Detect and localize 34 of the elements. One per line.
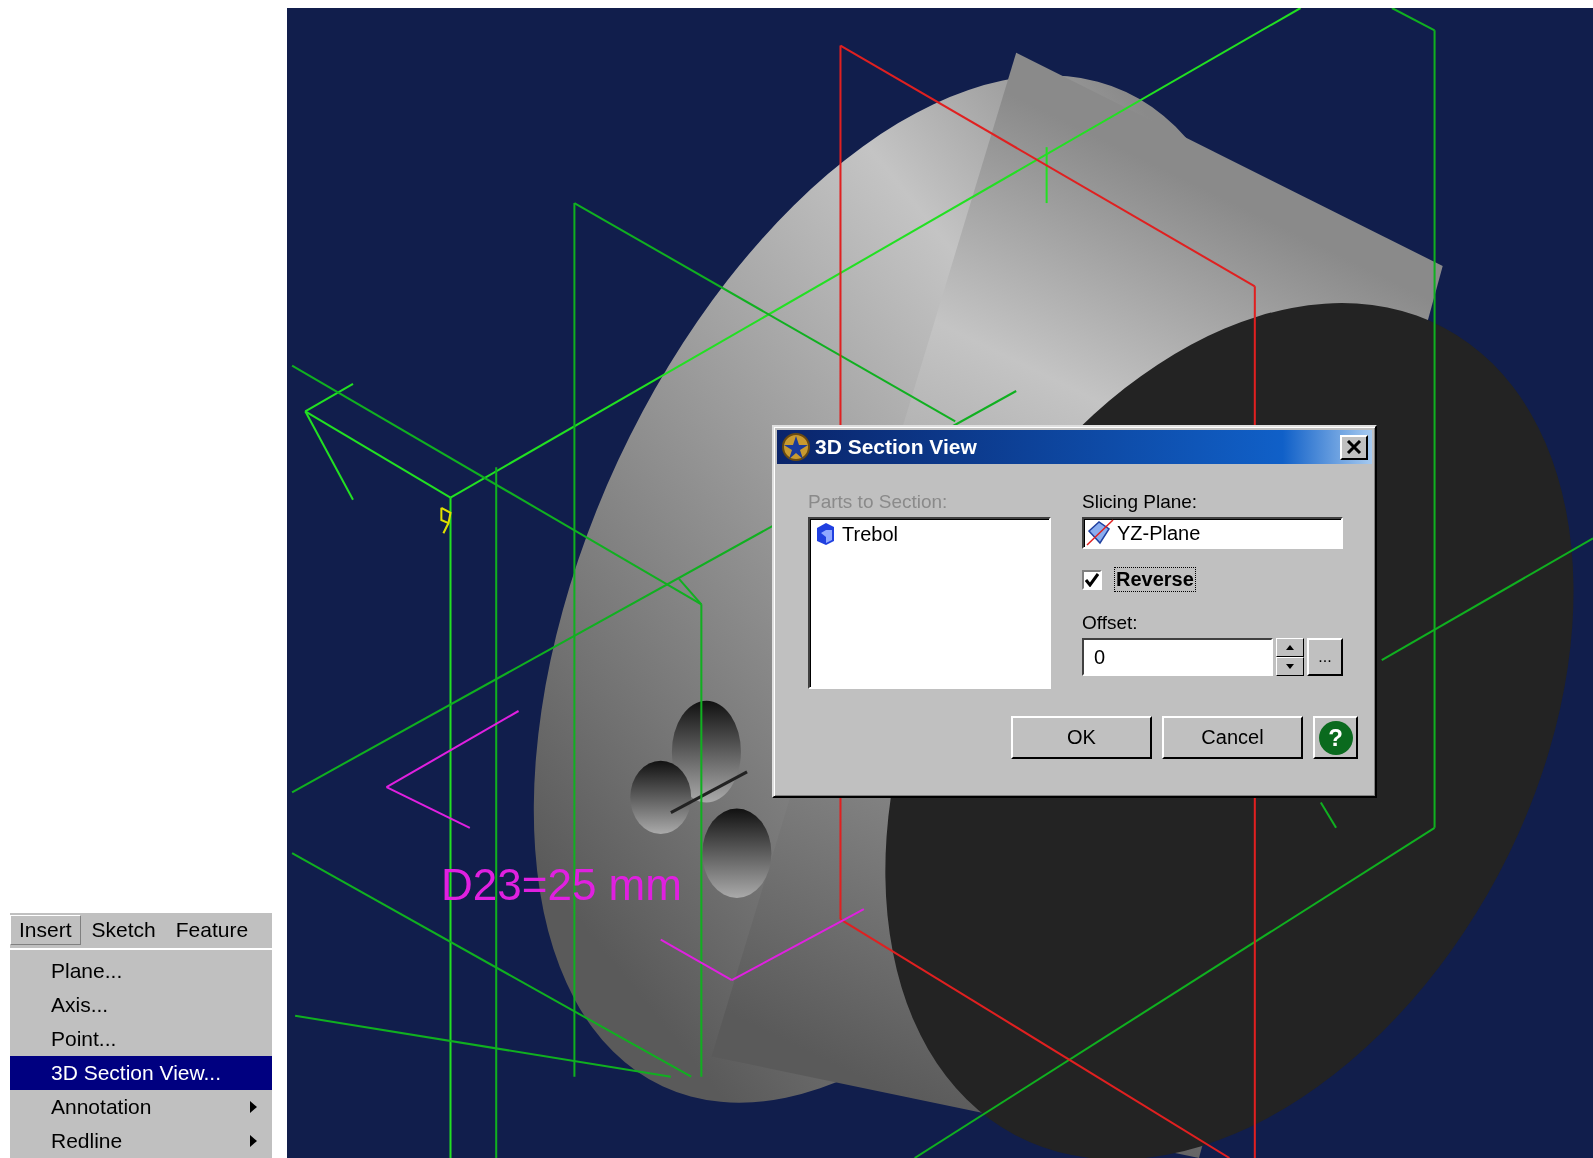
menu-bar-item[interactable]: Insert bbox=[10, 915, 81, 945]
offset-label: Offset: bbox=[1082, 612, 1139, 635]
submenu-arrow-icon bbox=[249, 1134, 258, 1148]
menu-bar-item[interactable]: Sketch bbox=[82, 915, 165, 945]
menu-item[interactable]: Axis... bbox=[10, 988, 272, 1022]
reverse-label[interactable]: Reverse bbox=[1114, 567, 1196, 592]
star-logo-icon bbox=[781, 432, 811, 462]
submenu-arrow-icon bbox=[249, 1100, 258, 1114]
parts-list[interactable]: Trebol bbox=[808, 517, 1051, 689]
offset-field[interactable]: 0 bbox=[1082, 638, 1273, 676]
menu-item[interactable]: Redline bbox=[10, 1124, 272, 1158]
reverse-checkbox[interactable] bbox=[1082, 569, 1102, 590]
slicing-plane-field[interactable]: YZ-Plane bbox=[1082, 517, 1343, 549]
slicing-plane-label: Slicing Plane: bbox=[1082, 491, 1199, 514]
dialog-button[interactable]: OK bbox=[1011, 716, 1152, 759]
point-marker-icon bbox=[440, 506, 452, 535]
plane-icon bbox=[1085, 519, 1115, 547]
close-icon bbox=[1346, 440, 1362, 454]
menu-item[interactable]: 3D Section View... bbox=[10, 1056, 272, 1090]
down-arrow-icon bbox=[1286, 664, 1294, 669]
help-button[interactable]: ? bbox=[1313, 716, 1358, 759]
list-item-text[interactable]: Trebol bbox=[842, 522, 898, 546]
browse-button[interactable]: ... bbox=[1307, 638, 1343, 676]
menu-item[interactable]: Point... bbox=[10, 1022, 272, 1056]
dialog-title: 3D Section View bbox=[815, 435, 978, 459]
up-arrow-icon bbox=[1286, 645, 1294, 650]
spinner[interactable] bbox=[1276, 638, 1304, 676]
menu-bar-item[interactable]: Feature bbox=[166, 915, 258, 945]
part-icon bbox=[814, 521, 836, 547]
dialog-button[interactable]: Cancel bbox=[1162, 716, 1303, 759]
close-button[interactable] bbox=[1340, 434, 1368, 460]
menu-item[interactable]: Plane... bbox=[10, 954, 272, 988]
menu-item[interactable]: Annotation bbox=[10, 1090, 272, 1124]
checkmark-icon bbox=[1085, 572, 1099, 587]
